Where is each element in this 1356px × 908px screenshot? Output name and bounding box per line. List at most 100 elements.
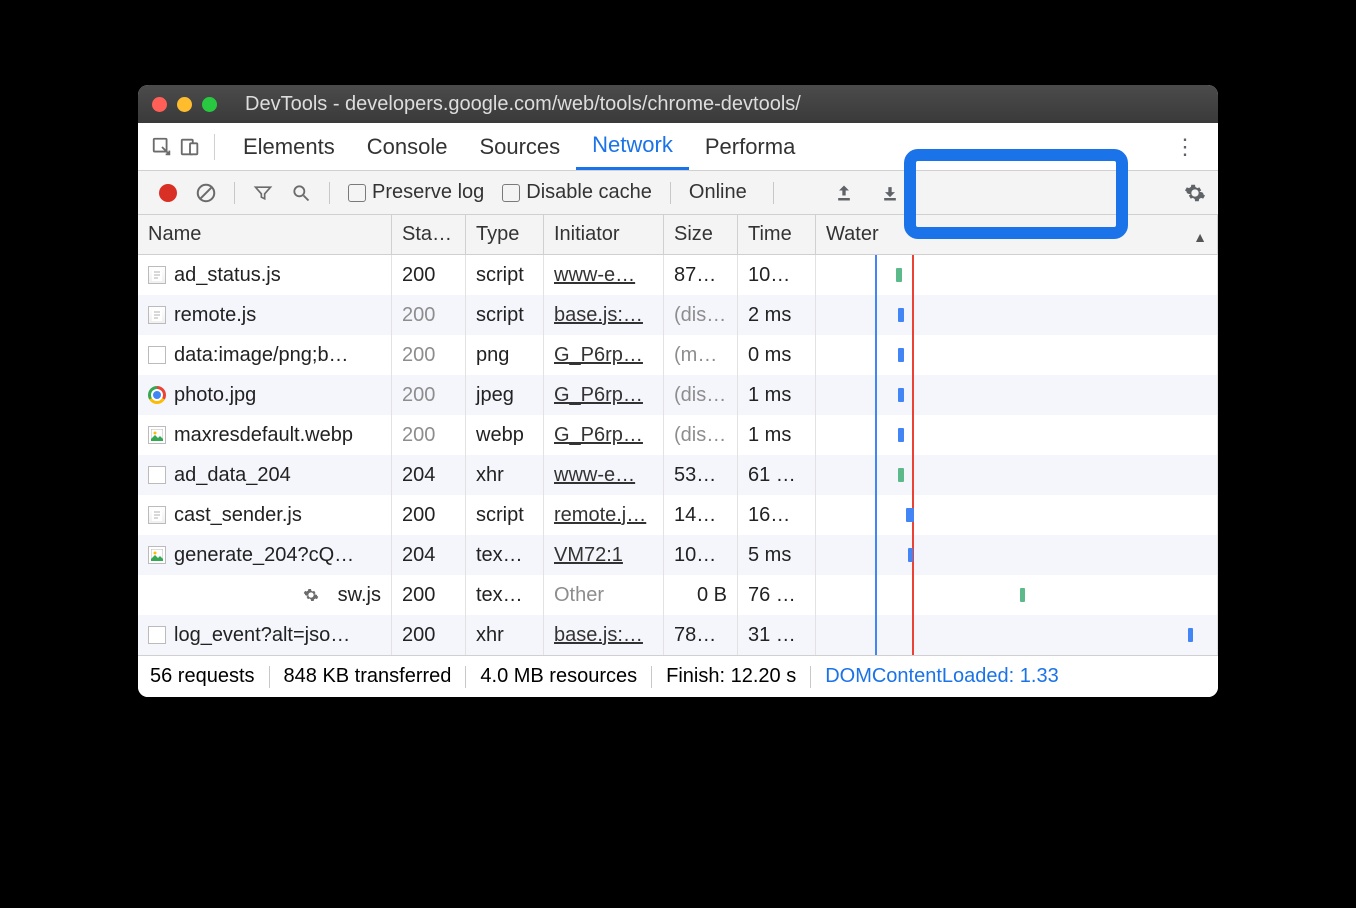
separator xyxy=(329,182,330,204)
request-waterfall xyxy=(816,615,1218,655)
request-type: tex… xyxy=(466,535,544,575)
preserve-log-checkbox[interactable]: Preserve log xyxy=(348,181,484,204)
column-header-name[interactable]: Name xyxy=(138,215,392,254)
file-blank-icon xyxy=(148,626,166,644)
request-status: 200 xyxy=(392,575,466,615)
table-row[interactable]: remote.js200scriptbase.js:…(dis…2 ms xyxy=(138,295,1218,335)
request-initiator[interactable]: www-e… xyxy=(544,455,664,495)
request-initiator[interactable]: G_P6rp… xyxy=(544,335,664,375)
column-header-size[interactable]: Size xyxy=(664,215,738,254)
disable-cache-checkbox[interactable]: Disable cache xyxy=(502,181,652,204)
request-type: xhr xyxy=(466,455,544,495)
table-row[interactable]: ad_data_204204xhrwww-e…53…61 … xyxy=(138,455,1218,495)
clear-button[interactable] xyxy=(191,178,221,208)
table-body: ad_status.js200scriptwww-e…87…10…remote.… xyxy=(138,255,1218,655)
devtools-window: DevTools - developers.google.com/web/too… xyxy=(138,85,1218,697)
request-type: png xyxy=(466,335,544,375)
network-toolbar: Preserve log Disable cache Online xyxy=(138,171,1218,215)
request-type: jpeg xyxy=(466,375,544,415)
status-bar: 56 requests 848 KB transferred 4.0 MB re… xyxy=(138,655,1218,697)
minimize-window-button[interactable] xyxy=(177,97,192,112)
request-initiator[interactable]: base.js:… xyxy=(544,295,664,335)
request-size: 14… xyxy=(664,495,738,535)
tab-network[interactable]: Network xyxy=(576,123,689,170)
device-toolbar-icon[interactable] xyxy=(178,135,202,159)
tab-elements[interactable]: Elements xyxy=(227,123,351,170)
separator xyxy=(214,134,215,160)
column-header-status[interactable]: Sta… xyxy=(392,215,466,254)
request-status: 200 xyxy=(392,495,466,535)
request-name: ad_data_204 xyxy=(174,464,291,487)
request-time: 5 ms xyxy=(738,535,816,575)
throttling-value: Online xyxy=(689,181,747,204)
request-size: 10… xyxy=(664,535,738,575)
request-initiator[interactable]: base.js:… xyxy=(544,615,664,655)
request-name: sw.js xyxy=(332,584,381,607)
column-header-type[interactable]: Type xyxy=(466,215,544,254)
request-size: (dis… xyxy=(664,415,738,455)
request-size: 87… xyxy=(664,255,738,295)
request-name: cast_sender.js xyxy=(174,504,302,527)
separator xyxy=(670,182,671,204)
request-initiator[interactable]: VM72:1 xyxy=(544,535,664,575)
table-row[interactable]: generate_204?cQ…204tex…VM72:110…5 ms xyxy=(138,535,1218,575)
request-initiator[interactable]: G_P6rp… xyxy=(544,375,664,415)
request-time: 76 … xyxy=(738,575,816,615)
search-icon[interactable] xyxy=(286,178,316,208)
table-row[interactable]: photo.jpg200jpegG_P6rp…(dis…1 ms xyxy=(138,375,1218,415)
file-blank-icon xyxy=(148,346,166,364)
column-header-time[interactable]: Time xyxy=(738,215,816,254)
request-time: 31 … xyxy=(738,615,816,655)
table-row[interactable]: maxresdefault.webp200webpG_P6rp…(dis…1 m… xyxy=(138,415,1218,455)
table-row[interactable]: ad_status.js 200scriptwww-e…87…10… xyxy=(138,255,1218,295)
request-size: (dis… xyxy=(664,295,738,335)
request-status: 200 xyxy=(392,335,466,375)
request-waterfall xyxy=(816,455,1218,495)
file-script-icon xyxy=(148,306,166,324)
tab-sources[interactable]: Sources xyxy=(463,123,576,170)
request-initiator[interactable]: remote.j… xyxy=(544,495,664,535)
column-header-waterfall[interactable]: Water▲ xyxy=(816,215,1218,254)
request-time: 10… xyxy=(738,255,816,295)
upload-icon[interactable] xyxy=(834,183,854,203)
download-icon[interactable] xyxy=(880,183,900,203)
request-time: 2 ms xyxy=(738,295,816,335)
maximize-window-button[interactable] xyxy=(202,97,217,112)
file-script-icon xyxy=(148,266,166,284)
table-row[interactable]: data:image/png;b…200pngG_P6rp…(m…0 ms xyxy=(138,335,1218,375)
request-type: xhr xyxy=(466,615,544,655)
request-waterfall xyxy=(816,375,1218,415)
filter-icon[interactable] xyxy=(248,178,278,208)
request-status: 200 xyxy=(392,255,466,295)
tab-performa[interactable]: Performa xyxy=(689,123,811,170)
request-name: generate_204?cQ… xyxy=(174,544,354,567)
column-header-initiator[interactable]: Initiator xyxy=(544,215,664,254)
separator xyxy=(773,182,774,204)
file-image-icon xyxy=(148,546,166,564)
request-type: script xyxy=(466,255,544,295)
request-waterfall xyxy=(816,335,1218,375)
inspect-element-icon[interactable] xyxy=(150,135,174,159)
more-menu-icon[interactable]: ⋮ xyxy=(1164,134,1206,160)
request-name: ad_status.js xyxy=(174,264,281,287)
sort-indicator-icon: ▲ xyxy=(1193,229,1207,245)
record-button[interactable] xyxy=(153,178,183,208)
request-initiator[interactable]: G_P6rp… xyxy=(544,415,664,455)
window-titlebar: DevTools - developers.google.com/web/too… xyxy=(138,85,1218,123)
request-initiator[interactable]: Other xyxy=(544,575,664,615)
file-image-icon xyxy=(148,426,166,444)
table-row[interactable]: log_event?alt=jso…200xhrbase.js:…78…31 … xyxy=(138,615,1218,655)
request-size: 0 B xyxy=(664,575,738,615)
separator xyxy=(234,182,235,204)
close-window-button[interactable] xyxy=(152,97,167,112)
throttling-select[interactable]: Online xyxy=(689,181,747,204)
request-size: (m… xyxy=(664,335,738,375)
table-row[interactable]: sw.js200tex…Other0 B76 … xyxy=(138,575,1218,615)
settings-icon[interactable] xyxy=(1184,182,1206,204)
status-transferred: 848 KB transferred xyxy=(284,665,452,688)
request-initiator[interactable]: www-e… xyxy=(544,255,664,295)
tab-console[interactable]: Console xyxy=(351,123,464,170)
request-time: 61 … xyxy=(738,455,816,495)
request-time: 1 ms xyxy=(738,415,816,455)
table-row[interactable]: cast_sender.js200scriptremote.j…14…16… xyxy=(138,495,1218,535)
